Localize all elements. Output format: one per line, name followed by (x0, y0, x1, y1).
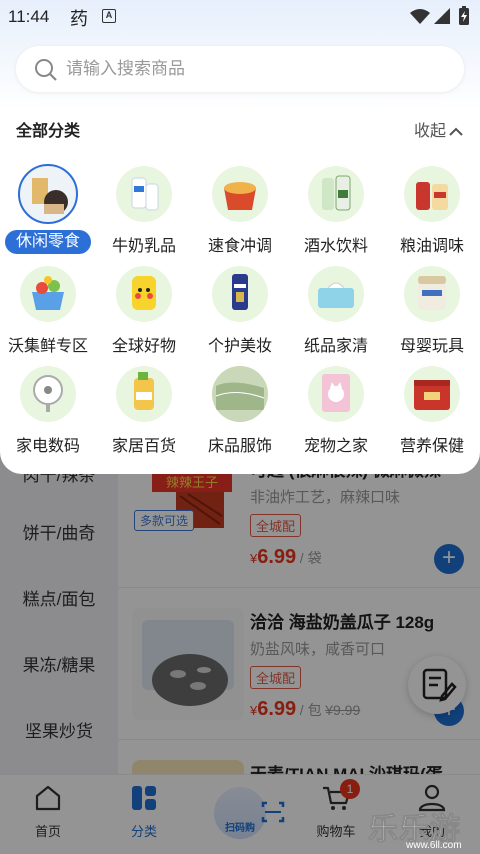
category-drinks[interactable]: 酒水饮料 (288, 166, 384, 258)
search-input[interactable] (66, 46, 446, 92)
household-image (116, 366, 172, 422)
category-panel: 11:44 药 A 全部分类 收起 休闲零食 (0, 0, 480, 474)
category-baby-toys[interactable]: 母婴玩具 (384, 266, 480, 358)
personal-care-image (212, 266, 268, 322)
category-instant-food[interactable]: 速食冲调 (192, 166, 288, 258)
drinks-image (308, 166, 364, 222)
category-global-goods[interactable]: 全球好物 (96, 266, 192, 358)
signal-icon (434, 8, 450, 24)
category-walmart-fresh[interactable]: 沃集鲜专区 (0, 266, 96, 358)
search-bar[interactable] (16, 46, 464, 92)
snacks-image (18, 164, 78, 224)
pet-image (308, 366, 364, 422)
category-pet[interactable]: 宠物之家 (288, 366, 384, 458)
watermark-logo: 乐乐游戏 www.6ll.com (368, 813, 462, 852)
nutrition-image (404, 366, 460, 422)
bedding-image (212, 366, 268, 422)
category-personal-care[interactable]: 个护美妆 (192, 266, 288, 358)
appliance-image (20, 366, 76, 422)
category-nutrition[interactable]: 营养保健 (384, 366, 480, 458)
grain-oil-image (404, 166, 460, 222)
category-snacks[interactable]: 休闲零食 (0, 164, 96, 258)
chevron-up-icon (449, 127, 463, 136)
app-notification-icon: 药 (70, 9, 88, 29)
category-milk[interactable]: 牛奶乳品 (96, 166, 192, 258)
milk-image (116, 166, 172, 222)
category-appliance[interactable]: 家电数码 (0, 366, 96, 458)
status-time: 11:44 (8, 7, 50, 26)
status-bar: 11:44 药 A (0, 0, 480, 34)
baby-toys-image (404, 266, 460, 322)
category-grain-oil[interactable]: 粮油调味 (384, 166, 480, 258)
paper-cleaning-image (308, 266, 364, 322)
battery-charging-icon (459, 6, 469, 25)
instant-food-image (212, 166, 268, 222)
search-icon (35, 59, 57, 81)
category-household[interactable]: 家居百货 (96, 366, 192, 458)
walmart-fresh-image (20, 266, 76, 322)
collapse-button[interactable]: 收起 (414, 117, 463, 141)
accessibility-icon: A (102, 9, 116, 23)
global-goods-image (116, 266, 172, 322)
wifi-icon (410, 9, 430, 24)
category-bedding[interactable]: 床品服饰 (192, 366, 288, 458)
panel-title: 全部分类 (16, 123, 81, 140)
category-paper-cleaning[interactable]: 纸品家清 (288, 266, 384, 358)
